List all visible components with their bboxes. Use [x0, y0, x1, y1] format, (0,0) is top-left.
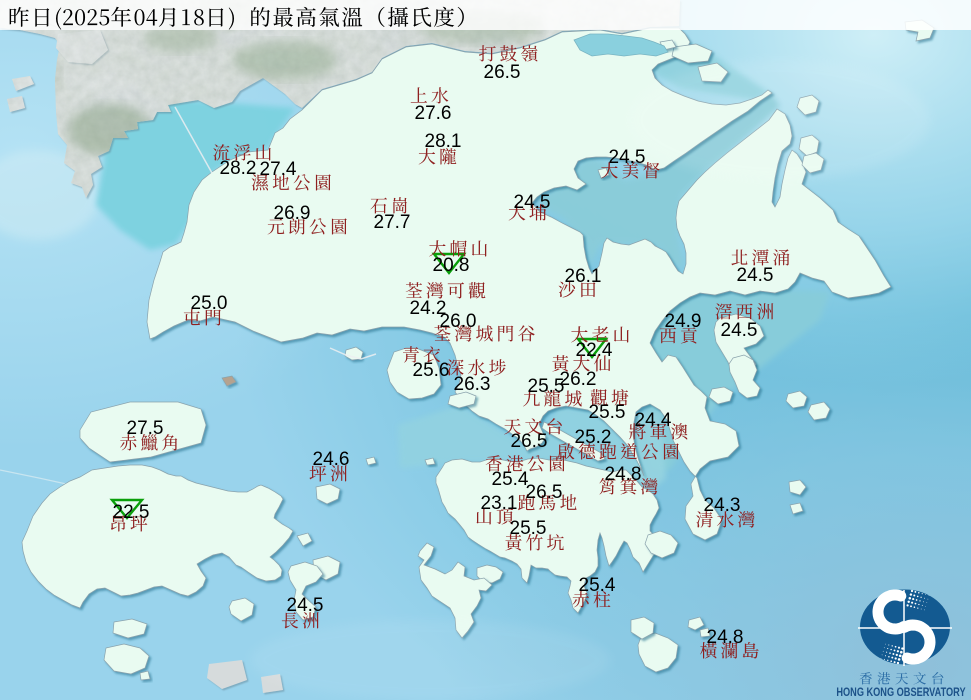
- svg-text:27.5: 27.5: [127, 418, 164, 439]
- svg-text:26.9: 26.9: [274, 203, 311, 224]
- svg-text:25.5: 25.5: [510, 518, 547, 539]
- svg-text:25.4: 25.4: [492, 469, 529, 490]
- svg-text:28.2: 28.2: [220, 158, 257, 179]
- svg-text:27.6: 27.6: [415, 103, 452, 124]
- svg-text:25.0: 25.0: [191, 293, 228, 314]
- svg-text:26.3: 26.3: [454, 374, 491, 395]
- svg-text:24.5: 24.5: [287, 595, 324, 616]
- svg-text:27.7: 27.7: [374, 212, 411, 233]
- svg-text:28.1: 28.1: [425, 131, 462, 152]
- svg-text:24.9: 24.9: [665, 311, 702, 332]
- svg-text:26.2: 26.2: [560, 369, 597, 390]
- svg-text:25.5: 25.5: [589, 402, 626, 423]
- svg-text:25.5: 25.5: [528, 376, 565, 397]
- svg-text:25.4: 25.4: [579, 575, 616, 596]
- svg-text:24.5: 24.5: [514, 192, 551, 213]
- svg-text:24.4: 24.4: [635, 410, 672, 431]
- svg-text:HONG KONG OBSERVATORY: HONG KONG OBSERVATORY: [836, 687, 965, 699]
- svg-text:24.8: 24.8: [605, 464, 642, 485]
- svg-text:20.8: 20.8: [433, 255, 470, 276]
- svg-text:25.2: 25.2: [575, 427, 612, 448]
- svg-text:24.5: 24.5: [609, 147, 646, 168]
- svg-text:24.3: 24.3: [704, 495, 741, 516]
- svg-text:24.8: 24.8: [707, 627, 744, 648]
- svg-text:23.1: 23.1: [481, 493, 518, 514]
- svg-text:22.5: 22.5: [113, 502, 150, 523]
- svg-text:26.5: 26.5: [511, 431, 548, 452]
- svg-text:26.1: 26.1: [565, 266, 602, 287]
- svg-text:26.5: 26.5: [484, 62, 521, 83]
- svg-text:24.5: 24.5: [721, 320, 758, 341]
- svg-text:24.5: 24.5: [737, 265, 774, 286]
- svg-text:26.5: 26.5: [526, 482, 563, 503]
- svg-text:27.4: 27.4: [260, 159, 297, 180]
- svg-text:24.6: 24.6: [313, 449, 350, 470]
- svg-text:25.6: 25.6: [413, 360, 450, 381]
- svg-text:26.0: 26.0: [440, 311, 477, 332]
